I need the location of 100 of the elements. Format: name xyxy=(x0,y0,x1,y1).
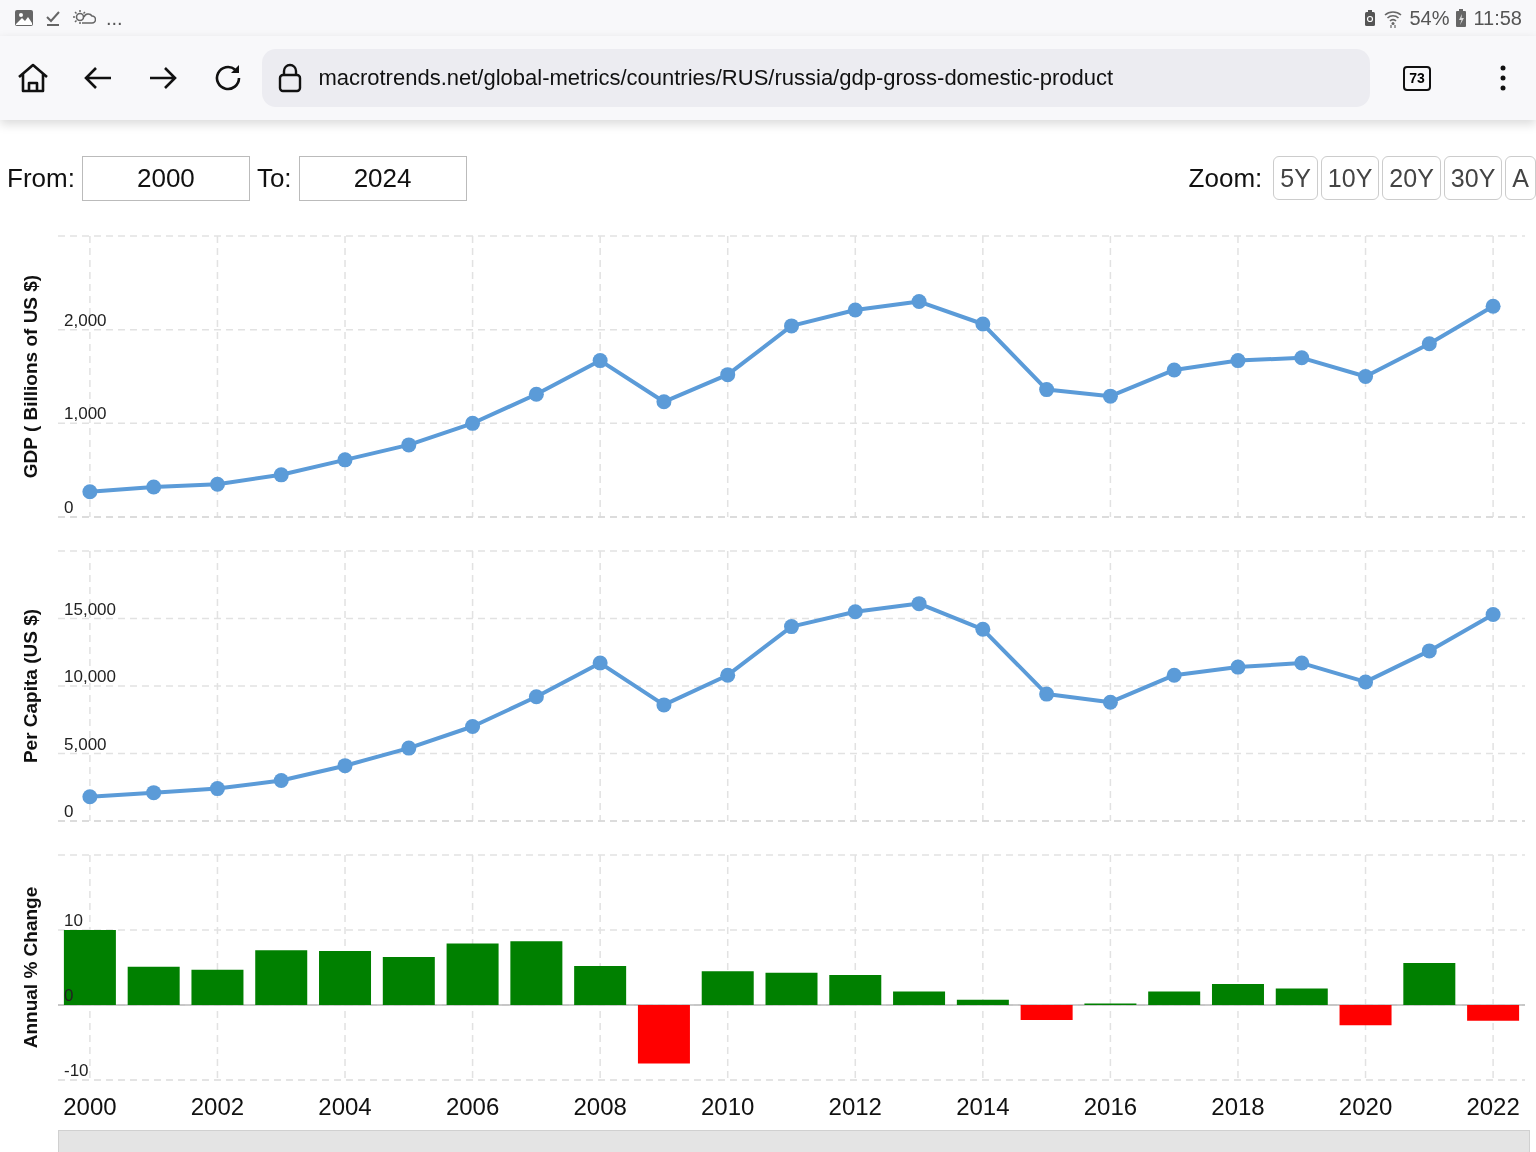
data-point xyxy=(1166,362,1182,378)
data-point xyxy=(82,789,98,805)
axis-tick-label: 2006 xyxy=(445,1093,500,1120)
battery-saver-icon xyxy=(1363,9,1378,27)
url-text: macrotrends.net/global-metrics/countries/RUS/russia/gdp-gross-domestic-product xyxy=(318,65,1114,91)
bar xyxy=(956,999,1009,1005)
from-label: From: xyxy=(7,162,75,194)
axis-tick-label: 0 xyxy=(64,802,74,821)
battery-percent: 54% xyxy=(1409,6,1450,30)
bar xyxy=(191,969,244,1005)
bar xyxy=(765,972,818,1005)
axis-tick-label: 15,000 xyxy=(64,599,116,619)
data-point xyxy=(337,758,353,774)
data-point xyxy=(528,386,544,402)
axis-tick-label: 2000 xyxy=(63,1093,117,1120)
bar xyxy=(446,943,499,1005)
data-point xyxy=(847,604,863,620)
from-year-field[interactable]: 2000 xyxy=(81,155,250,201)
bar xyxy=(1212,984,1264,1005)
axis-tick-label: 2014 xyxy=(956,1093,1010,1120)
axis-tick-label: 2004 xyxy=(318,1093,372,1120)
data-point xyxy=(1039,382,1055,398)
data-point xyxy=(1102,694,1118,710)
data-point xyxy=(1421,643,1437,659)
bar xyxy=(1467,1005,1520,1021)
data-point xyxy=(1102,388,1118,404)
axis-tick-label: 5,000 xyxy=(64,734,107,754)
image-icon xyxy=(14,9,34,27)
data-point xyxy=(401,437,417,453)
wifi-icon xyxy=(1383,8,1404,28)
data-point xyxy=(1230,353,1246,369)
data-point xyxy=(975,621,991,637)
data-point xyxy=(401,740,417,756)
bar xyxy=(701,971,754,1005)
zoom-button[interactable]: A xyxy=(1505,156,1536,200)
data-point xyxy=(592,353,608,369)
axis-tick-label: 2008 xyxy=(573,1093,627,1120)
data-point xyxy=(1294,350,1310,366)
data-point xyxy=(146,479,162,495)
data-point xyxy=(911,596,927,612)
bar xyxy=(893,991,946,1005)
data-point xyxy=(656,697,672,713)
zoom-button[interactable]: 5Y xyxy=(1273,156,1318,200)
bar xyxy=(319,951,371,1005)
data-point xyxy=(209,781,225,797)
axis-title: Per Capita (US $) xyxy=(20,608,41,764)
data-point xyxy=(720,367,736,383)
bar xyxy=(1020,1005,1073,1020)
bar xyxy=(637,1005,690,1064)
axis-title: Annual % Change xyxy=(20,886,41,1049)
axis-title: GDP ( Billions of US $) xyxy=(20,274,41,479)
data-point xyxy=(592,655,608,671)
data-point xyxy=(656,394,672,410)
download-done-icon xyxy=(44,9,62,27)
axis-tick-label: -10 xyxy=(64,1061,89,1080)
data-point xyxy=(1485,298,1501,314)
data-point xyxy=(465,415,481,431)
axis-tick-label: 10,000 xyxy=(64,667,116,686)
data-point xyxy=(82,484,98,500)
data-point xyxy=(209,476,225,492)
tab-count-button[interactable]: 73 xyxy=(1403,65,1431,91)
data-point xyxy=(1166,667,1182,683)
bar xyxy=(1339,1005,1392,1026)
data-point xyxy=(528,689,544,705)
data-point xyxy=(1294,655,1310,671)
bar xyxy=(1403,963,1456,1005)
data-point xyxy=(337,452,353,468)
zoom-label: Zoom: xyxy=(1188,162,1263,194)
back-arrow-icon xyxy=(82,65,113,91)
axis-tick-label: 10 xyxy=(64,911,83,930)
bar xyxy=(127,966,180,1005)
axis-tick-label: 2012 xyxy=(828,1093,882,1120)
data-point xyxy=(1230,659,1246,675)
axis-tick-label: 0 xyxy=(64,986,74,1005)
data-point xyxy=(911,294,927,310)
axis-tick-label: 2022 xyxy=(1466,1093,1520,1120)
bar xyxy=(1275,988,1328,1005)
axis-tick-label: 2,000 xyxy=(64,310,107,330)
data-point xyxy=(975,316,991,332)
data-point xyxy=(1485,606,1501,622)
data-point xyxy=(784,318,799,334)
zoom-button[interactable]: 20Y xyxy=(1382,156,1441,200)
data-point xyxy=(1358,369,1374,384)
to-year-field[interactable]: 2024 xyxy=(298,155,467,201)
bar xyxy=(382,957,435,1005)
bar xyxy=(510,941,563,1005)
zoom-button[interactable]: 10Y xyxy=(1320,156,1380,200)
data-point xyxy=(273,467,289,483)
weather-icon xyxy=(72,9,96,27)
data-point xyxy=(847,302,863,318)
axis-tick-label: 2010 xyxy=(701,1093,755,1120)
zoom-button[interactable]: 30Y xyxy=(1443,156,1503,200)
axis-tick-label: 0 xyxy=(64,498,74,517)
data-point xyxy=(784,619,799,635)
more-notifications: ... xyxy=(106,6,123,30)
data-point xyxy=(465,719,481,734)
address-bar[interactable]: macrotrends.net/global-metrics/countries/RUS/russia/gdp-gross-domestic-product xyxy=(262,49,1371,107)
bar xyxy=(829,975,882,1005)
axis-tick-label: 2002 xyxy=(190,1093,245,1120)
clock: 11:58 xyxy=(1473,6,1522,30)
